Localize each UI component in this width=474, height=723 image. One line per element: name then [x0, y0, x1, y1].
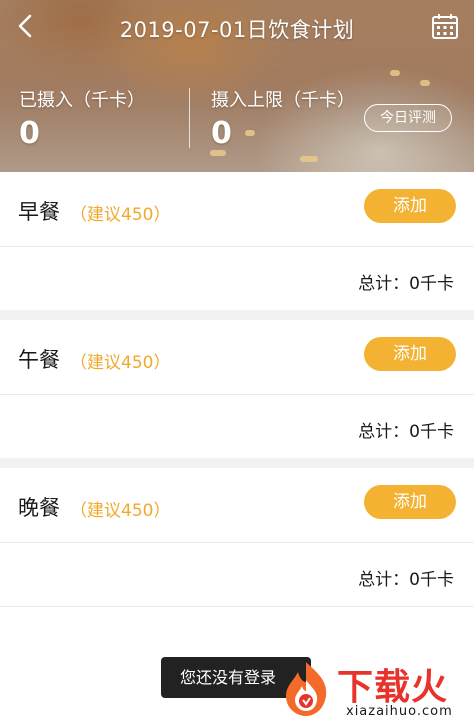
meal-name: 午餐 [18, 348, 60, 372]
meal-section-lunch: 午餐 （建议450） 添加 总计：0千卡 [0, 320, 474, 459]
limit-stat: 摄入上限（千卡） 0 [211, 86, 355, 151]
meal-suggestion: （建议450） [70, 353, 171, 373]
meal-header: 午餐 （建议450） 添加 [0, 320, 474, 395]
meal-name: 早餐 [18, 200, 60, 224]
watermark-url: xiazaihuo.com [346, 704, 453, 719]
calendar-icon[interactable] [431, 13, 459, 41]
meal-name: 晚餐 [18, 496, 60, 520]
meal-section-dinner: 晚餐 （建议450） 添加 总计：0千卡 [0, 468, 474, 607]
meal-suggestion: （建议450） [70, 205, 171, 225]
flame-logo-icon [286, 662, 327, 716]
header-banner: 2019-07-01日饮食计划 已摄入（千卡） 0 摄入上限（千卡） 0 今日评… [0, 0, 474, 172]
watermark-brand: 下载火 [337, 667, 449, 708]
meal-suggestion: （建议450） [70, 501, 171, 521]
meal-header: 早餐 （建议450） 添加 [0, 172, 474, 247]
limit-value: 0 [211, 116, 232, 151]
today-evaluate-button[interactable]: 今日评测 [364, 104, 452, 132]
add-breakfast-button[interactable]: 添加 [364, 189, 456, 223]
intake-label: 已摄入（千卡） [19, 90, 145, 111]
crumb-decoration [390, 70, 400, 76]
crumb-decoration [420, 80, 430, 86]
meal-header: 晚餐 （建议450） 添加 [0, 468, 474, 543]
meal-section-breakfast: 早餐 （建议450） 添加 总计：0千卡 [0, 172, 474, 311]
page-title: 2019-07-01日饮食计划 [119, 18, 355, 42]
meal-footer: 总计：0千卡 [0, 247, 474, 311]
meal-total: 总计：0千卡 [358, 422, 454, 442]
stat-divider [189, 88, 190, 148]
add-dinner-button[interactable]: 添加 [364, 485, 456, 519]
add-lunch-button[interactable]: 添加 [364, 337, 456, 371]
top-bar: 2019-07-01日饮食计划 [0, 0, 474, 56]
intake-stat: 已摄入（千卡） 0 [19, 86, 145, 151]
intake-value: 0 [19, 116, 40, 151]
section-gap [0, 458, 474, 468]
section-gap [0, 310, 474, 320]
meal-total: 总计：0千卡 [358, 274, 454, 294]
back-arrow-icon[interactable] [14, 13, 40, 39]
crumb-decoration [300, 156, 318, 162]
limit-label: 摄入上限（千卡） [211, 90, 355, 111]
meal-footer: 总计：0千卡 [0, 543, 474, 607]
meal-total: 总计：0千卡 [358, 570, 454, 590]
meal-footer: 总计：0千卡 [0, 395, 474, 459]
